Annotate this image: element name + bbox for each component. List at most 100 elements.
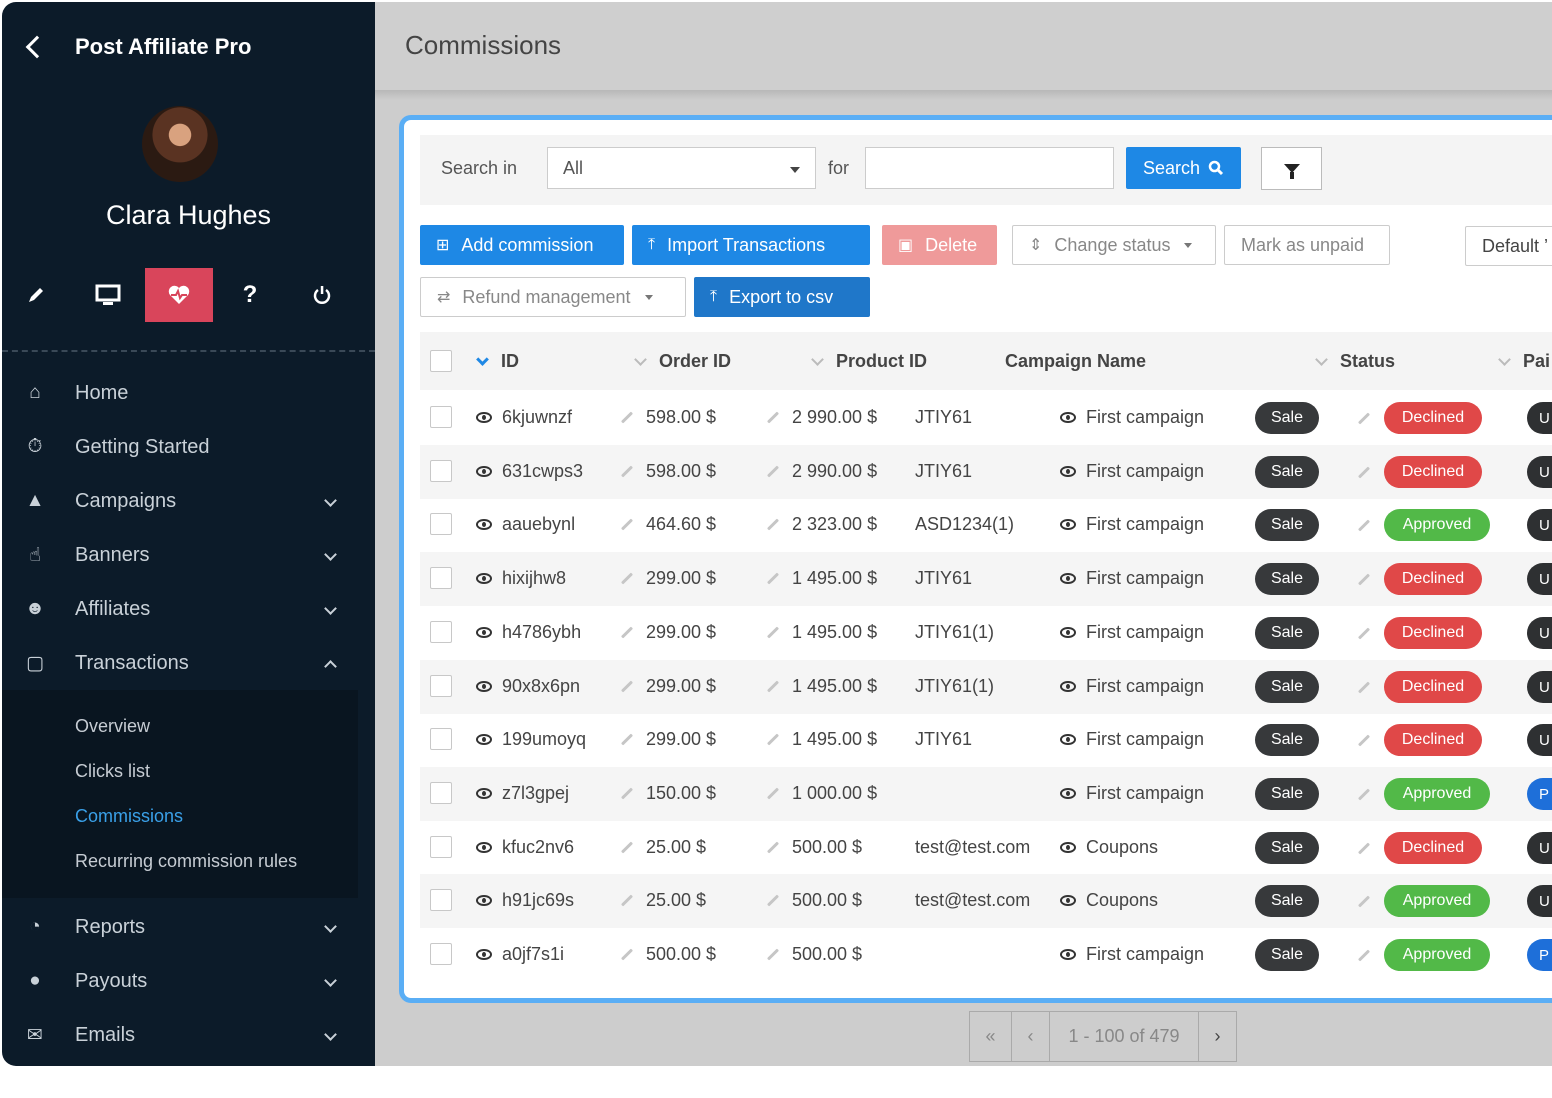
paid-badge[interactable]: U xyxy=(1527,885,1552,917)
eye-icon[interactable] xyxy=(1060,842,1076,853)
sidebar-item-reports[interactable]: ◔ Reports xyxy=(2,900,375,954)
row-campaign[interactable]: First campaign xyxy=(1060,783,1204,804)
eye-icon[interactable] xyxy=(1060,466,1076,477)
row-checkbox[interactable] xyxy=(430,889,452,911)
edit-icon[interactable] xyxy=(766,787,780,800)
row-checkbox[interactable] xyxy=(430,406,452,428)
sidebar-item-transactions[interactable]: ▢ Transactions xyxy=(2,636,375,690)
header-product-id[interactable]: Product ID xyxy=(811,351,927,372)
row-id[interactable]: 631cwps3 xyxy=(476,461,583,482)
table-row[interactable]: aauebynl 464.60 $ 2 323.00 $ ASD1234(1) Firs… xyxy=(420,498,1552,552)
monitor-icon[interactable] xyxy=(74,268,142,322)
table-row[interactable]: 90x8x6pn 299.00 $ 1 495.00 $ JTIY61(1) First… xyxy=(420,660,1552,714)
status-badge[interactable]: Declined xyxy=(1384,617,1482,649)
refund-management-button[interactable]: ⇄ Refund management xyxy=(420,277,686,317)
paid-badge[interactable]: U xyxy=(1527,402,1552,434)
edit-icon[interactable] xyxy=(1357,842,1371,855)
paid-badge[interactable]: P xyxy=(1527,778,1552,810)
eye-icon[interactable] xyxy=(476,788,492,799)
edit-icon[interactable] xyxy=(1357,734,1371,747)
table-row[interactable]: z7l3gpej 150.00 $ 1 000.00 $ First campaign… xyxy=(420,767,1552,821)
row-checkbox[interactable] xyxy=(430,943,452,965)
status-badge[interactable]: Declined xyxy=(1384,456,1482,488)
edit-icon[interactable] xyxy=(620,894,634,907)
row-campaign[interactable]: First campaign xyxy=(1060,514,1204,535)
eye-icon[interactable] xyxy=(476,466,492,477)
row-campaign[interactable]: Coupons xyxy=(1060,837,1158,858)
paid-badge[interactable]: P xyxy=(1527,939,1552,971)
eye-icon[interactable] xyxy=(476,842,492,853)
eye-icon[interactable] xyxy=(476,895,492,906)
edit-icon[interactable] xyxy=(766,948,780,961)
edit-icon[interactable] xyxy=(1357,519,1371,532)
eye-icon[interactable] xyxy=(476,949,492,960)
first-page-button[interactable]: « xyxy=(970,1012,1012,1061)
row-id[interactable]: 199umoyq xyxy=(476,729,586,750)
row-campaign[interactable]: First campaign xyxy=(1060,676,1204,697)
paid-badge[interactable]: U xyxy=(1527,456,1552,488)
table-row[interactable]: h4786ybh 299.00 $ 1 495.00 $ JTIY61(1) First… xyxy=(420,606,1552,660)
edit-icon[interactable] xyxy=(1357,412,1371,425)
row-checkbox[interactable] xyxy=(430,567,452,589)
status-badge[interactable]: Approved xyxy=(1384,778,1490,810)
add-commission-button[interactable]: ⊞ Add commission xyxy=(420,225,624,265)
row-id[interactable]: 6kjuwnzf xyxy=(476,407,572,428)
header-campaign-name[interactable]: Campaign Name xyxy=(1005,351,1146,372)
avatar[interactable] xyxy=(142,106,218,182)
submenu-recurring-rules[interactable]: Recurring commission rules xyxy=(75,851,297,872)
edit-icon[interactable] xyxy=(620,465,634,478)
eye-icon[interactable] xyxy=(1060,412,1076,423)
edit-icon[interactable] xyxy=(620,948,634,961)
row-checkbox[interactable] xyxy=(430,460,452,482)
eye-icon[interactable] xyxy=(1060,681,1076,692)
eye-icon[interactable] xyxy=(476,519,492,530)
row-checkbox[interactable] xyxy=(430,675,452,697)
paid-badge[interactable]: U xyxy=(1527,832,1552,864)
export-csv-button[interactable]: ⤒ Export to csv xyxy=(694,277,870,317)
row-id[interactable]: z7l3gpej xyxy=(476,783,569,804)
next-page-button[interactable]: › xyxy=(1199,1012,1236,1061)
paid-badge[interactable]: U xyxy=(1527,509,1552,541)
edit-icon[interactable] xyxy=(1357,788,1371,801)
power-icon[interactable] xyxy=(288,268,356,322)
edit-icon[interactable] xyxy=(1357,949,1371,962)
eye-icon[interactable] xyxy=(1060,734,1076,745)
search-input[interactable] xyxy=(865,147,1114,189)
eye-icon[interactable] xyxy=(1060,627,1076,638)
header-paid[interactable]: Pai xyxy=(1498,351,1550,372)
submenu-overview[interactable]: Overview xyxy=(75,716,150,737)
status-badge[interactable]: Approved xyxy=(1384,939,1490,971)
edit-icon[interactable] xyxy=(1357,466,1371,479)
edit-icon[interactable] xyxy=(620,733,634,746)
back-chevron-icon[interactable] xyxy=(25,35,49,59)
edit-icon[interactable] xyxy=(766,518,780,531)
sidebar-item-banners[interactable]: ☝ Banners xyxy=(2,528,375,582)
status-badge[interactable]: Declined xyxy=(1384,563,1482,595)
sidebar-item-payouts[interactable]: ● Payouts xyxy=(2,954,375,1008)
mark-unpaid-button[interactable]: Mark as unpaid xyxy=(1224,225,1390,265)
header-status[interactable]: Status xyxy=(1315,351,1395,372)
status-badge[interactable]: Declined xyxy=(1384,832,1482,864)
question-icon[interactable]: ? xyxy=(216,268,284,322)
table-row[interactable]: 631cwps3 598.00 $ 2 990.00 $ JTIY61 First ca… xyxy=(420,445,1552,499)
edit-icon[interactable] xyxy=(1357,573,1371,586)
sidebar-item-affiliates[interactable]: ☻ Affiliates xyxy=(2,582,375,636)
edit-icon[interactable] xyxy=(620,626,634,639)
eye-icon[interactable] xyxy=(476,412,492,423)
sidebar-item-home[interactable]: ⌂ Home xyxy=(2,366,375,420)
table-row[interactable]: kfuc2nv6 25.00 $ 500.00 $ test@test.com Coup… xyxy=(420,821,1552,875)
row-id[interactable]: hixijhw8 xyxy=(476,568,566,589)
row-checkbox[interactable] xyxy=(430,621,452,643)
edit-icon[interactable] xyxy=(620,680,634,693)
select-all-checkbox[interactable] xyxy=(430,350,452,372)
heart-pulse-icon[interactable] xyxy=(145,268,213,322)
paid-badge[interactable]: U xyxy=(1527,671,1552,703)
eye-icon[interactable] xyxy=(1060,573,1076,584)
header-order-id[interactable]: Order ID xyxy=(634,351,731,372)
edit-icon[interactable] xyxy=(1357,627,1371,640)
row-id[interactable]: h4786ybh xyxy=(476,622,581,643)
sidebar-item-getting-started[interactable]: ⏱ Getting Started xyxy=(2,420,375,474)
row-campaign[interactable]: First campaign xyxy=(1060,729,1204,750)
status-badge[interactable]: Approved xyxy=(1384,509,1490,541)
sidebar-item-campaigns[interactable]: ▲ Campaigns xyxy=(2,474,375,528)
